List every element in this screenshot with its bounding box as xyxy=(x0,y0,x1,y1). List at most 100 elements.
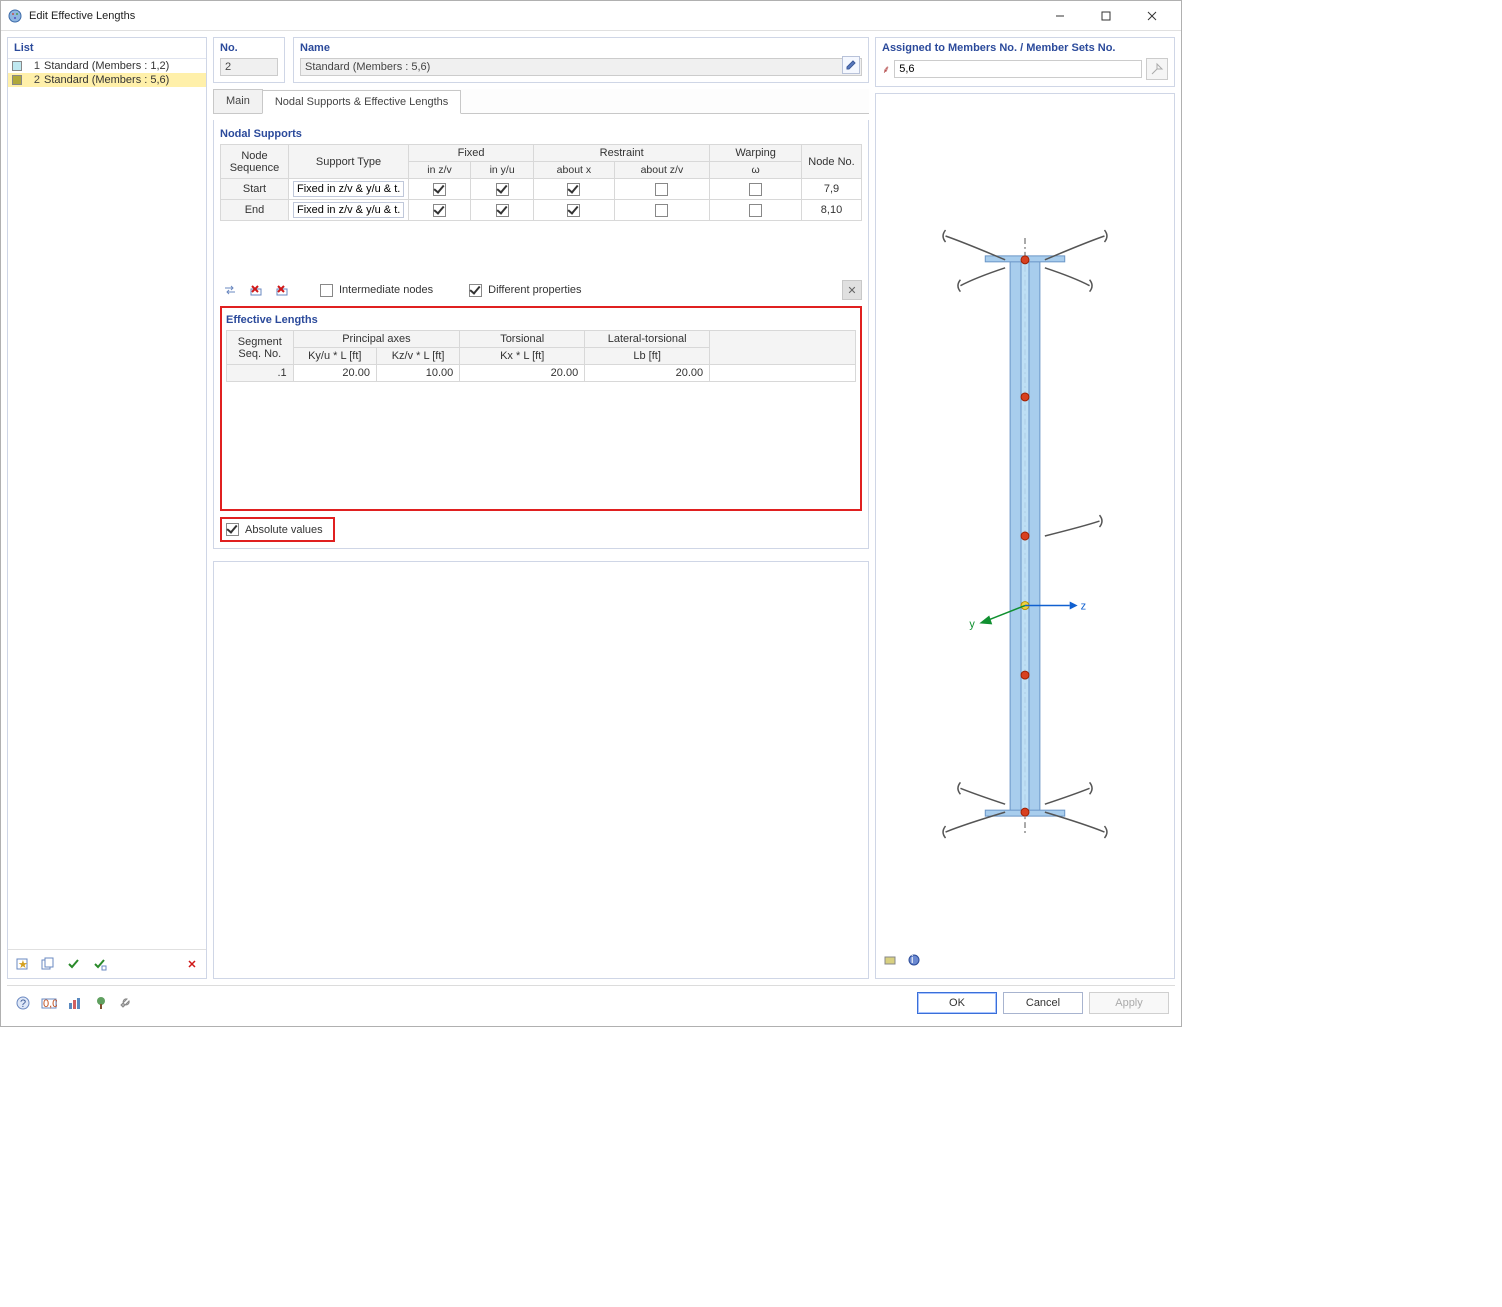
app-icon xyxy=(7,8,23,24)
table-row[interactable]: End 8,10 xyxy=(221,200,862,221)
bottom-bar: ? 0,00 OK Cancel Apply xyxy=(7,985,1175,1020)
minimize-button[interactable] xyxy=(1037,2,1083,30)
checkbox-icon[interactable] xyxy=(749,204,762,217)
intermediate-nodes-label: Intermediate nodes xyxy=(339,284,433,296)
effective-lengths-table: Segment Seq. No. Principal axes Torsiona… xyxy=(226,330,856,382)
col-torsional: Torsional xyxy=(460,331,585,348)
tab-nodal-supports[interactable]: Nodal Supports & Effective Lengths xyxy=(262,90,461,114)
col-warping: Warping xyxy=(710,145,802,162)
member-icon: ⸙ xyxy=(882,62,890,77)
col-about-x: about x xyxy=(534,162,614,179)
list-panel: List 1 Standard (Members : 1,2) 2 Standa… xyxy=(7,37,207,979)
color-swatch xyxy=(12,61,22,71)
checkbox-icon[interactable] xyxy=(567,183,580,196)
check-some-icon[interactable] xyxy=(90,954,110,974)
col-kx: Kx * L [ft] xyxy=(460,348,585,365)
checkbox-icon[interactable] xyxy=(433,204,446,217)
col-kyu: Ky/u * L [ft] xyxy=(293,348,376,365)
notes-area[interactable] xyxy=(213,561,869,979)
checkbox-icon[interactable] xyxy=(496,204,509,217)
assigned-input[interactable] xyxy=(894,60,1142,78)
swap-icon[interactable] xyxy=(220,280,240,300)
absolute-values-checkbox[interactable]: Absolute values xyxy=(226,523,323,536)
delete-row1-icon[interactable] xyxy=(246,280,266,300)
support-type-input[interactable] xyxy=(293,202,404,218)
assigned-label: Assigned to Members No. / Member Sets No… xyxy=(882,42,1168,54)
col-fixed: Fixed xyxy=(409,145,534,162)
absolute-values-label: Absolute values xyxy=(245,524,323,536)
pick-members-icon[interactable] xyxy=(1146,58,1168,80)
svg-text:?: ? xyxy=(20,998,26,1010)
svg-text:0,00: 0,00 xyxy=(43,998,57,1010)
tree-icon[interactable] xyxy=(91,993,111,1013)
z-axis-label: z xyxy=(1081,601,1086,613)
list-toolbar: ★ ✕ xyxy=(8,949,206,978)
titlebar: Edit Effective Lengths xyxy=(1,1,1181,31)
maximize-button[interactable] xyxy=(1083,2,1129,30)
help-icon[interactable]: ? xyxy=(13,993,33,1013)
list-item-label: Standard (Members : 1,2) xyxy=(44,60,169,72)
col-blank xyxy=(710,331,856,365)
no-label: No. xyxy=(220,42,278,54)
col-node-seq: Node Sequence xyxy=(221,145,289,179)
cancel-button[interactable]: Cancel xyxy=(1003,992,1083,1014)
no-input[interactable] xyxy=(220,58,278,76)
svg-text:★: ★ xyxy=(18,959,28,971)
effective-lengths-highlight: Effective Lengths Segment Seq. No. Princ… xyxy=(220,306,862,511)
tabs: Main Nodal Supports & Effective Lengths xyxy=(213,89,869,114)
col-kzv: Kz/v * L [ft] xyxy=(376,348,459,365)
table-row[interactable]: Start 7,9 xyxy=(221,179,862,200)
list-item[interactable]: 2 Standard (Members : 5,6) xyxy=(8,73,206,87)
tab-body: Nodal Supports Node Sequence Support Typ… xyxy=(213,120,869,549)
col-principal: Principal axes xyxy=(293,331,460,348)
svg-text:i: i xyxy=(911,954,913,966)
col-restraint: Restraint xyxy=(534,145,710,162)
wrench-icon[interactable] xyxy=(117,993,137,1013)
viewer-tool1-icon[interactable] xyxy=(882,952,902,972)
ok-button[interactable]: OK xyxy=(917,992,997,1014)
name-field: Name xyxy=(293,37,869,83)
new-item-icon[interactable]: ★ xyxy=(12,954,32,974)
chart-icon[interactable] xyxy=(65,993,85,1013)
delete-row2-icon[interactable] xyxy=(272,280,292,300)
absolute-values-highlight: Absolute values xyxy=(220,517,335,542)
col-node-no: Node No. xyxy=(802,145,862,179)
no-field: No. xyxy=(213,37,285,83)
table-row[interactable]: .120.0010.0020.0020.00 xyxy=(227,365,856,382)
list-item[interactable]: 1 Standard (Members : 1,2) xyxy=(8,59,206,73)
checkbox-icon[interactable] xyxy=(655,204,668,217)
viewer-tool2-icon[interactable]: i xyxy=(906,952,926,972)
tab-main[interactable]: Main xyxy=(213,89,263,113)
list-item-label: Standard (Members : 5,6) xyxy=(44,74,169,86)
support-type-input[interactable] xyxy=(293,181,404,197)
model-viewer[interactable]: z y i xyxy=(875,93,1175,979)
name-input[interactable] xyxy=(300,58,862,76)
nodal-supports-table: Node Sequence Support Type Fixed Restrai… xyxy=(220,144,862,221)
intermediate-nodes-checkbox[interactable]: Intermediate nodes xyxy=(320,284,433,297)
check-all-icon[interactable] xyxy=(64,954,84,974)
copy-item-icon[interactable] xyxy=(38,954,58,974)
y-axis-label: y xyxy=(969,618,975,630)
different-properties-checkbox[interactable]: Different properties xyxy=(469,284,581,297)
apply-button[interactable]: Apply xyxy=(1089,992,1169,1014)
different-properties-label: Different properties xyxy=(488,284,581,296)
col-in-yu: in y/u xyxy=(471,162,534,179)
checkbox-icon[interactable] xyxy=(655,183,668,196)
edit-name-icon[interactable] xyxy=(842,56,860,74)
assigned-box: Assigned to Members No. / Member Sets No… xyxy=(875,37,1175,87)
delete-icon[interactable]: ✕ xyxy=(182,954,202,974)
units-icon[interactable]: 0,00 xyxy=(39,993,59,1013)
checkbox-icon[interactable] xyxy=(433,183,446,196)
close-button[interactable] xyxy=(1129,2,1175,30)
checkbox-icon[interactable] xyxy=(567,204,580,217)
list-item-num: 1 xyxy=(26,60,40,72)
name-label: Name xyxy=(300,42,862,54)
col-lat-tors: Lateral-torsional xyxy=(585,331,710,348)
clear-icon[interactable]: ✕ xyxy=(842,280,862,300)
col-omega: ω xyxy=(710,162,802,179)
checkbox-icon[interactable] xyxy=(496,183,509,196)
col-lb: Lb [ft] xyxy=(585,348,710,365)
list-title: List xyxy=(8,38,206,59)
checkbox-icon[interactable] xyxy=(749,183,762,196)
nodal-supports-title: Nodal Supports xyxy=(220,128,862,140)
